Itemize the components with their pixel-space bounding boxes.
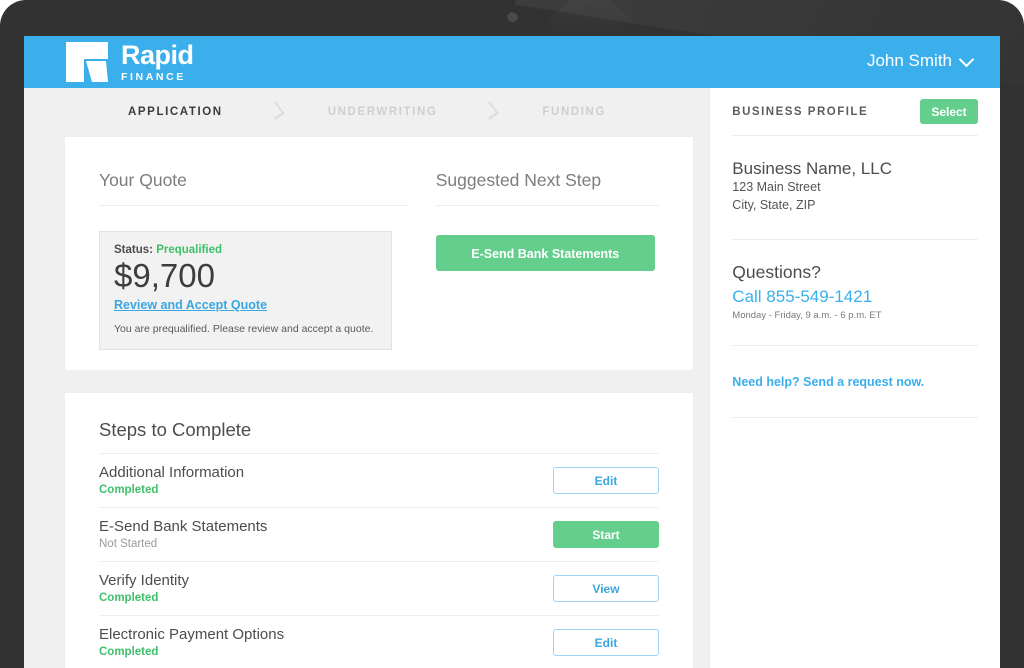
step-info: E-Send Bank Statements Not Started (99, 518, 267, 551)
sidebar: BUSINESS PROFILE Select Business Name, L… (709, 88, 1000, 668)
steps-to-complete-card: Steps to Complete Additional Information… (64, 392, 694, 668)
quote-amount: $9,700 (114, 257, 215, 294)
progress-step-underwriting[interactable]: UNDERWRITING (328, 106, 438, 118)
status-badge: Completed (99, 484, 159, 497)
step-name: Additional Information (99, 463, 245, 481)
step-action-button[interactable]: Start (553, 521, 659, 548)
quote-status: Status: Prequalified (114, 244, 377, 256)
step-action-button[interactable]: View (553, 575, 659, 602)
status-badge: Not Started (99, 538, 158, 551)
table-row: Verify Identity Completed View (99, 561, 659, 615)
progress-step-application[interactable]: APPLICATION (128, 106, 223, 118)
review-accept-quote-link[interactable]: Review and Accept Quote (114, 298, 267, 312)
your-quote-title: Your Quote (99, 170, 407, 206)
quote-card: Your Quote Status: Prequalified $9,700 R… (64, 136, 694, 371)
brand-logo[interactable]: Rapid FINANCE (66, 42, 194, 83)
app-header: Rapid FINANCE John Smith (24, 36, 1000, 88)
chevron-down-icon (958, 51, 975, 67)
step-name: Electronic Payment Options (99, 625, 285, 643)
your-quote-section: Your Quote Status: Prequalified $9,700 R… (99, 170, 407, 350)
step-action-button[interactable]: Edit (553, 629, 659, 656)
help-block: Need help? Send a request now. (732, 346, 978, 418)
brand-name: Rapid (121, 40, 194, 70)
front-camera-icon (507, 11, 518, 22)
progress-step-funding[interactable]: FUNDING (542, 106, 606, 118)
quote-summary-box: Status: Prequalified $9,700 Review and A… (99, 231, 392, 350)
business-name: Business Name, LLC (732, 159, 892, 178)
business-address-line-2: City, State, ZIP (732, 198, 816, 212)
chevron-right-icon (483, 101, 496, 123)
step-action-button[interactable]: Edit (553, 467, 659, 494)
chevron-right-icon (269, 101, 282, 123)
suggested-next-step-section: Suggested Next Step E-Send Bank Statemen… (435, 170, 659, 350)
step-info: Additional Information Completed (99, 464, 244, 497)
business-address-line-1: 123 Main Street (732, 180, 821, 195)
step-name: Verify Identity (99, 571, 190, 589)
questions-block: Questions? Call 855-549-1421 Monday - Fr… (732, 240, 978, 346)
table-row: Electronic Payment Options Completed Edi… (99, 615, 659, 668)
send-request-link[interactable]: Need help? Send a request now. (732, 375, 924, 389)
support-hours: Monday - Friday, 9 a.m. - 6 p.m. ET (732, 309, 882, 321)
user-menu[interactable]: John Smith (866, 51, 975, 71)
tablet-device-frame: Rapid FINANCE John Smith APPLICATION UND… (0, 0, 1024, 668)
business-address-block: Business Name, LLC 123 Main Street City,… (732, 136, 978, 240)
brand-wordmark: Rapid FINANCE (121, 42, 194, 83)
table-row: Additional Information Completed Edit (99, 453, 659, 507)
progress-stepper: APPLICATION UNDERWRITING FUNDING (24, 88, 709, 136)
step-info: Electronic Payment Options Completed (99, 626, 284, 659)
quote-status-value: Prequalified (156, 244, 223, 256)
status-badge: Completed (99, 646, 159, 659)
brand-tagline: FINANCE (121, 71, 186, 83)
select-business-button[interactable]: Select (920, 99, 978, 124)
user-name-label: John Smith (866, 51, 952, 70)
questions-title: Questions? (732, 261, 821, 282)
support-phone-link[interactable]: Call 855-549-1421 (732, 287, 978, 307)
quote-note: You are prequalified. Please review and … (114, 322, 374, 335)
business-profile-title: BUSINESS PROFILE (732, 105, 869, 118)
main-content: APPLICATION UNDERWRITING FUNDING Your Qu… (24, 88, 710, 668)
step-name: E-Send Bank Statements (99, 517, 268, 535)
steps-to-complete-title: Steps to Complete (99, 419, 252, 440)
business-profile-header: BUSINESS PROFILE Select (732, 88, 978, 136)
rapid-r-logomark-icon (66, 42, 108, 83)
step-info: Verify Identity Completed (99, 572, 189, 605)
app-screen: Rapid FINANCE John Smith APPLICATION UND… (24, 36, 1000, 668)
esend-bank-statements-button[interactable]: E-Send Bank Statements (435, 235, 655, 271)
status-badge: Completed (99, 592, 159, 605)
suggested-next-step-title: Suggested Next Step (435, 170, 659, 206)
app-body: APPLICATION UNDERWRITING FUNDING Your Qu… (24, 88, 1000, 668)
table-row: E-Send Bank Statements Not Started Start (99, 507, 659, 561)
quote-status-label: Status: (114, 244, 153, 256)
